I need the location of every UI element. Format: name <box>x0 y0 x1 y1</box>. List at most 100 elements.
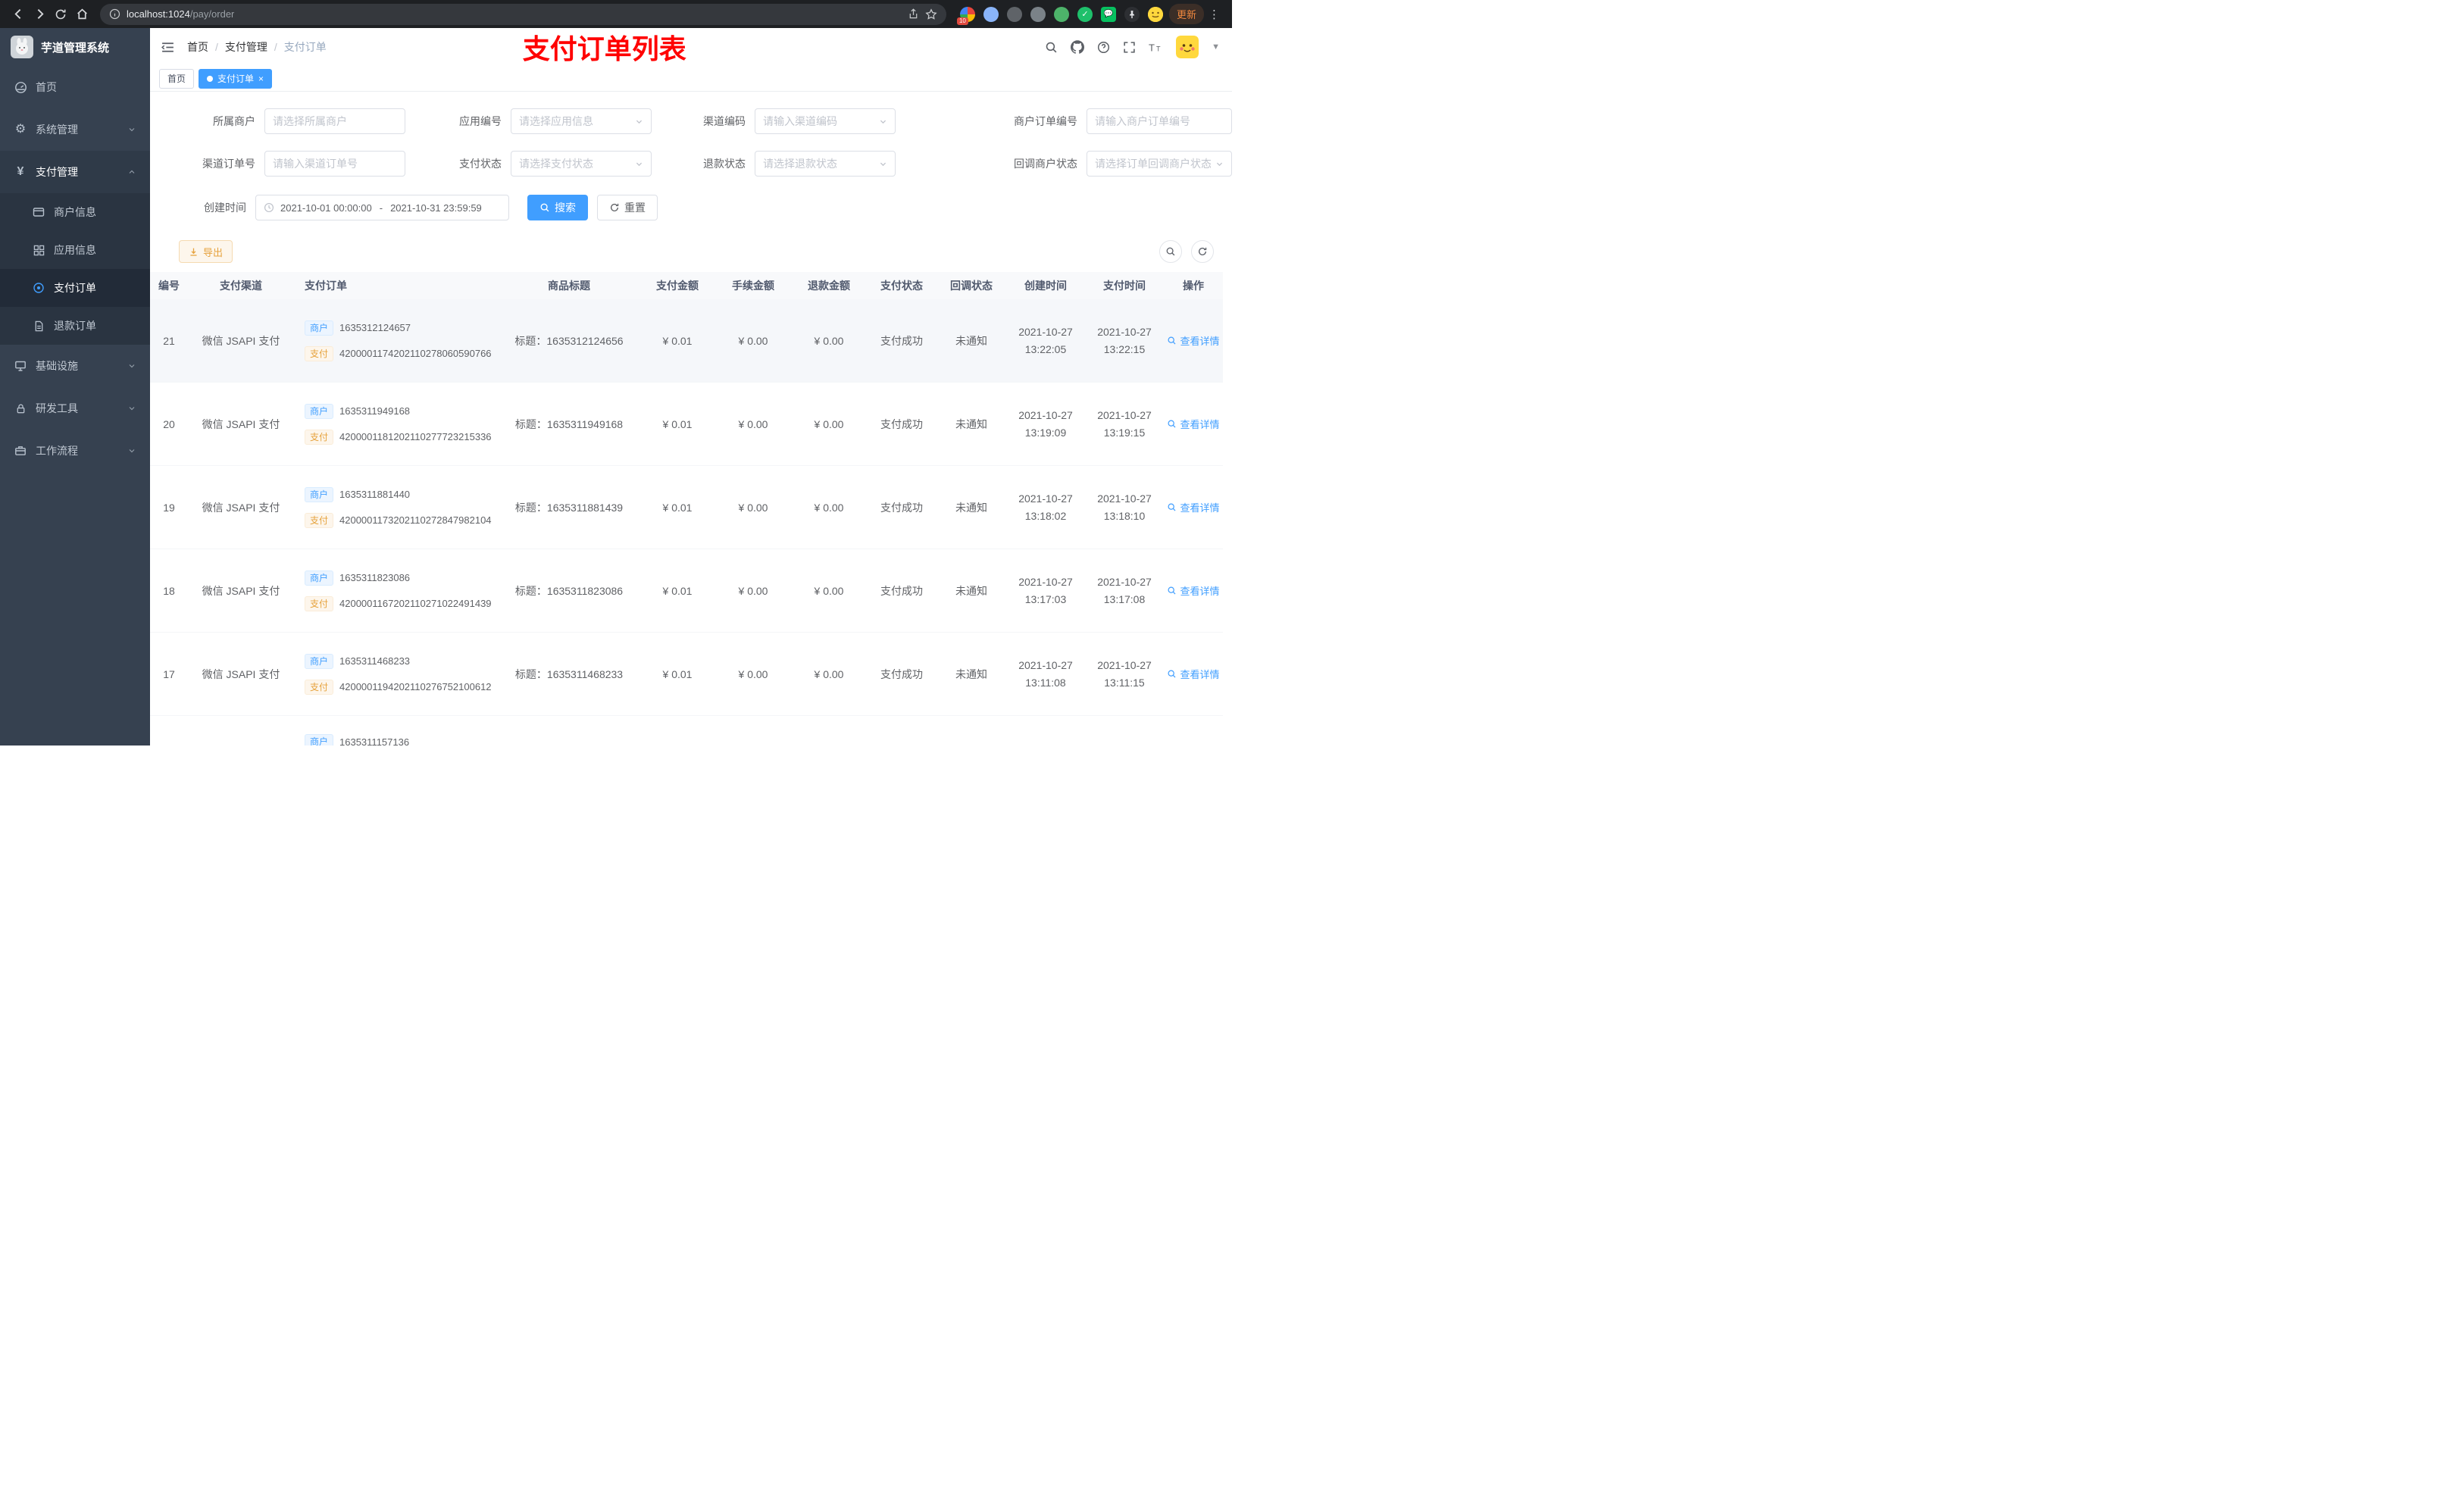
cell-fee: ¥ 0.00 <box>738 584 768 597</box>
cell-fee: ¥ 0.00 <box>738 667 768 680</box>
sidebar-item-app-info[interactable]: 应用信息 <box>0 231 150 269</box>
page-title-annotation: 支付订单列表 <box>522 33 686 64</box>
extensions-pin-icon[interactable] <box>1124 6 1140 22</box>
github-icon[interactable] <box>1071 40 1085 54</box>
refresh-icon[interactable] <box>1191 240 1214 263</box>
cell-channel: 微信 JSAPI 支付 <box>202 417 280 430</box>
sidebar-item-pay-order[interactable]: 支付订单 <box>0 269 150 307</box>
sidebar-item-infra[interactable]: 基础设施 <box>0 345 150 387</box>
channel-code-select[interactable]: 请输入渠道编码 <box>755 108 896 134</box>
channel-pay-no: 4200001181202110277723215336 <box>339 431 492 442</box>
cell-create-time: 2021-10-27 13:19:09 <box>1006 407 1085 441</box>
search-button[interactable]: 搜索 <box>527 195 588 220</box>
pay-date: 2021-10-27 <box>1097 576 1152 589</box>
avatar-caret-icon[interactable]: ▼ <box>1212 42 1220 52</box>
font-size-icon[interactable]: TT <box>1149 41 1163 54</box>
sidebar-item-devtools[interactable]: 研发工具 <box>0 387 150 430</box>
merchant-order-no-input[interactable] <box>1087 108 1232 134</box>
partial-row-wrap: 商户 1635311157136 <box>150 716 1223 746</box>
cell-title: 标题：1635311881439 <box>514 501 624 514</box>
ext-icon-green-check[interactable]: ✓ <box>1077 6 1093 22</box>
profile-avatar-icon[interactable] <box>1147 6 1163 22</box>
breadcrumb-separator: / <box>215 41 218 53</box>
sidebar-item-home[interactable]: 首页 <box>0 66 150 108</box>
sidebar-item-pay[interactable]: ¥ 支付管理 <box>0 151 150 193</box>
create-time-range-picker[interactable]: 2021-10-01 00:00:00 - 2021-10-31 23:59:5… <box>255 195 509 220</box>
cell-refund: ¥ 0.00 <box>814 584 844 597</box>
sidebar-item-label: 应用信息 <box>54 244 96 256</box>
view-detail-label: 查看详情 <box>1180 502 1220 514</box>
sidebar-item-merchant-info[interactable]: 商户信息 <box>0 193 150 231</box>
view-detail-link[interactable]: 查看详情 <box>1164 583 1223 598</box>
notify-status-select[interactable]: 请选择订单回调商户状态 <box>1087 151 1232 177</box>
sidebar-fold-icon[interactable] <box>161 40 175 55</box>
home-icon[interactable] <box>71 4 92 25</box>
address-bar[interactable]: localhost:1024/pay/order <box>100 3 946 25</box>
forward-icon[interactable] <box>29 4 50 25</box>
breadcrumb-pay[interactable]: 支付管理 <box>225 39 267 55</box>
close-icon[interactable]: × <box>258 74 264 83</box>
breadcrumb: 首页 / 支付管理 / 支付订单 <box>187 39 327 55</box>
site-info-icon[interactable] <box>109 8 120 20</box>
pay-tag: 支付 <box>305 595 334 611</box>
view-detail-link[interactable]: 查看详情 <box>1164 667 1223 681</box>
cell-id: 17 <box>163 667 175 680</box>
refund-status-select[interactable]: 请选择退款状态 <box>755 151 896 177</box>
pay-status-select[interactable]: 请选择支付状态 <box>511 151 652 177</box>
credit-card-icon <box>32 206 45 218</box>
channel-pay-no: 4200001194202110276752100612 <box>339 681 492 692</box>
sidebar-item-workflow[interactable]: 工作流程 <box>0 430 150 472</box>
page-content: 所属商户 应用编号 请选择应用信息 渠道编码 <box>150 92 1232 746</box>
merchant-input[interactable] <box>264 108 405 134</box>
share-icon[interactable] <box>908 8 919 20</box>
ext-icon-blue[interactable] <box>983 6 999 22</box>
view-detail-link[interactable]: 查看详情 <box>1164 417 1223 431</box>
create-date: 2021-10-27 <box>1018 659 1073 672</box>
back-icon[interactable] <box>8 4 29 25</box>
search-icon[interactable] <box>1045 41 1058 54</box>
page-header: 首页 / 支付管理 / 支付订单 支付订单列表 T T ▼ <box>150 28 1232 66</box>
sidebar-item-refund-order[interactable]: 退款订单 <box>0 307 150 345</box>
reset-button[interactable]: 重置 <box>597 195 658 220</box>
select-placeholder: 请选择退款状态 <box>763 158 837 170</box>
pay-date: 2021-10-27 <box>1097 492 1152 505</box>
breadcrumb-home[interactable]: 首页 <box>187 39 208 55</box>
export-button[interactable]: 导出 <box>179 240 233 263</box>
fullscreen-icon[interactable] <box>1123 41 1136 54</box>
cell-title: 标题：1635311823086 <box>514 584 624 597</box>
sidebar-item-label: 支付订单 <box>54 282 96 294</box>
ext-icon-colorful[interactable]: 10 <box>956 6 975 25</box>
cell-pay-time: 2021-10-27 13:11:15 <box>1085 657 1164 691</box>
field-label: 支付状态 <box>459 158 502 170</box>
monitor-icon <box>14 360 27 372</box>
view-detail-link[interactable]: 查看详情 <box>1164 500 1223 514</box>
ext-icon-dark-2[interactable] <box>1030 6 1046 22</box>
app-select[interactable]: 请选择应用信息 <box>511 108 652 134</box>
tab-home[interactable]: 首页 <box>159 68 195 89</box>
update-button[interactable]: 更新 <box>1168 4 1204 24</box>
merchant-order-no-field[interactable] <box>1095 115 1224 127</box>
help-icon[interactable] <box>1097 41 1110 54</box>
view-detail-link[interactable]: 查看详情 <box>1164 333 1223 348</box>
cell-pay-status: 支付成功 <box>880 667 923 680</box>
ext-icon-chat[interactable]: 💬 <box>1100 6 1116 22</box>
pay-submenu: 商户信息 应用信息 支付订单 退款订单 <box>0 193 150 345</box>
user-avatar[interactable] <box>1176 36 1199 58</box>
browser-menu-icon[interactable]: ⋮ <box>1204 8 1224 21</box>
create-time: 13:11:08 <box>1025 676 1066 689</box>
ext-icon-dark-1[interactable] <box>1006 6 1022 22</box>
cell-pay-time: 2021-10-27 13:19:15 <box>1085 407 1164 441</box>
cell-channel: 微信 JSAPI 支付 <box>202 584 280 597</box>
sidebar-item-system[interactable]: ⚙ 系统管理 <box>0 108 150 151</box>
ext-icon-green[interactable] <box>1053 6 1069 22</box>
reload-icon[interactable] <box>50 4 71 25</box>
cell-pay-order: 商户 1635311823086 支付 42000011672021102710… <box>294 570 499 611</box>
tab-pay-order[interactable]: 支付订单 × <box>199 68 273 89</box>
merchant-input-field[interactable] <box>273 115 397 127</box>
field-label: 回调商户状态 <box>1014 158 1077 170</box>
toggle-search-icon[interactable] <box>1159 240 1182 263</box>
bookmark-star-icon[interactable] <box>925 8 937 20</box>
cell-amount: ¥ 0.01 <box>662 667 693 680</box>
channel-order-no-field[interactable] <box>273 158 397 170</box>
channel-order-no-input[interactable] <box>264 151 405 177</box>
